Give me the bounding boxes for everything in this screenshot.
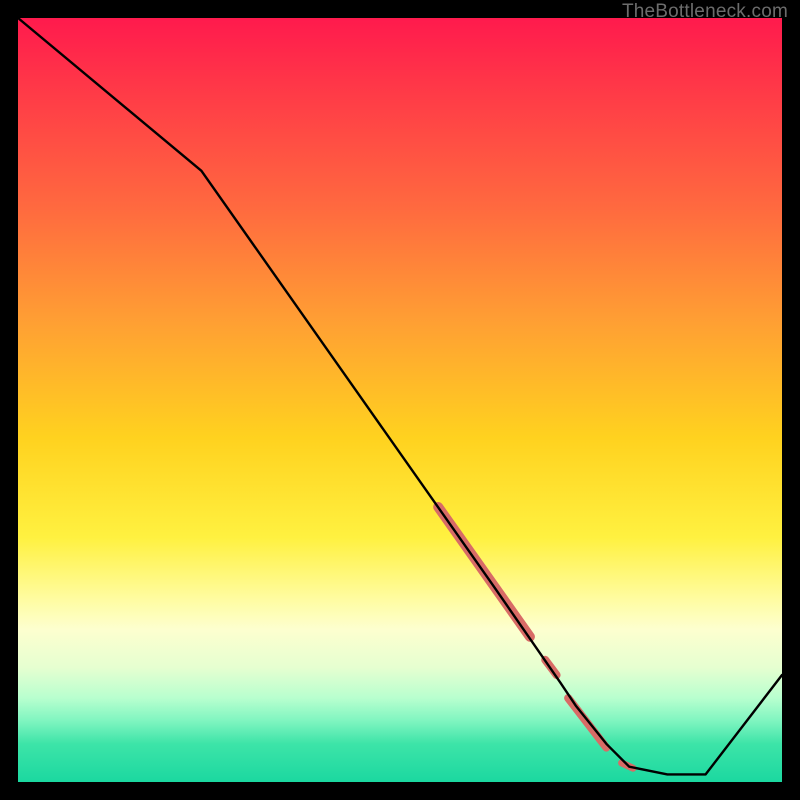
plot-area (18, 18, 782, 782)
highlight-group (438, 507, 633, 768)
bottleneck-curve-path (18, 18, 782, 774)
highlight-segment (568, 698, 606, 748)
chart-frame: TheBottleneck.com (0, 0, 800, 800)
chart-svg (18, 18, 782, 782)
